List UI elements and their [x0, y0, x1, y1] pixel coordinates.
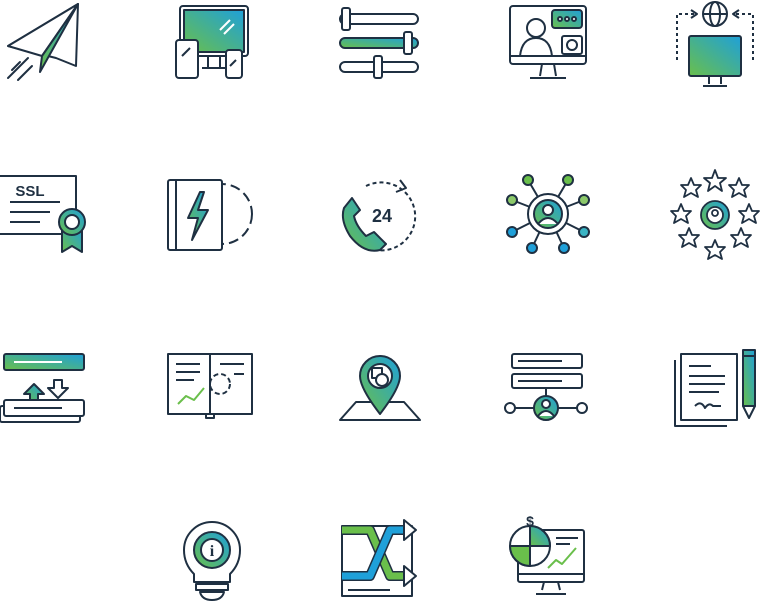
- book-gear-icon: [164, 170, 264, 270]
- map-pin-icon: [330, 340, 430, 440]
- sliders-icon: [330, 0, 430, 100]
- monitor-analytics-icon: $: [498, 510, 598, 610]
- lightbulb-info-icon: i: [164, 510, 264, 610]
- global-monitor-icon: [665, 0, 760, 100]
- shuffle-icon: [330, 510, 430, 610]
- ssl-label: SSL: [15, 183, 44, 200]
- ssl-certificate-icon: SSL: [0, 170, 100, 270]
- user-stars-icon: [665, 169, 760, 270]
- hours-label: 24: [372, 206, 392, 226]
- currency-label: $: [526, 513, 534, 529]
- server-user-icon: [498, 340, 598, 440]
- phone-24-icon: 24: [330, 170, 430, 270]
- info-label: i: [210, 543, 215, 560]
- contract-pencil-icon: [665, 340, 760, 440]
- manual-chart-icon: [164, 340, 264, 440]
- data-transfer-icon: [0, 340, 100, 440]
- devices-icon: [164, 0, 264, 100]
- user-network-icon: [498, 170, 598, 270]
- video-chat-icon: [498, 0, 598, 100]
- paper-plane-icon: [0, 0, 100, 100]
